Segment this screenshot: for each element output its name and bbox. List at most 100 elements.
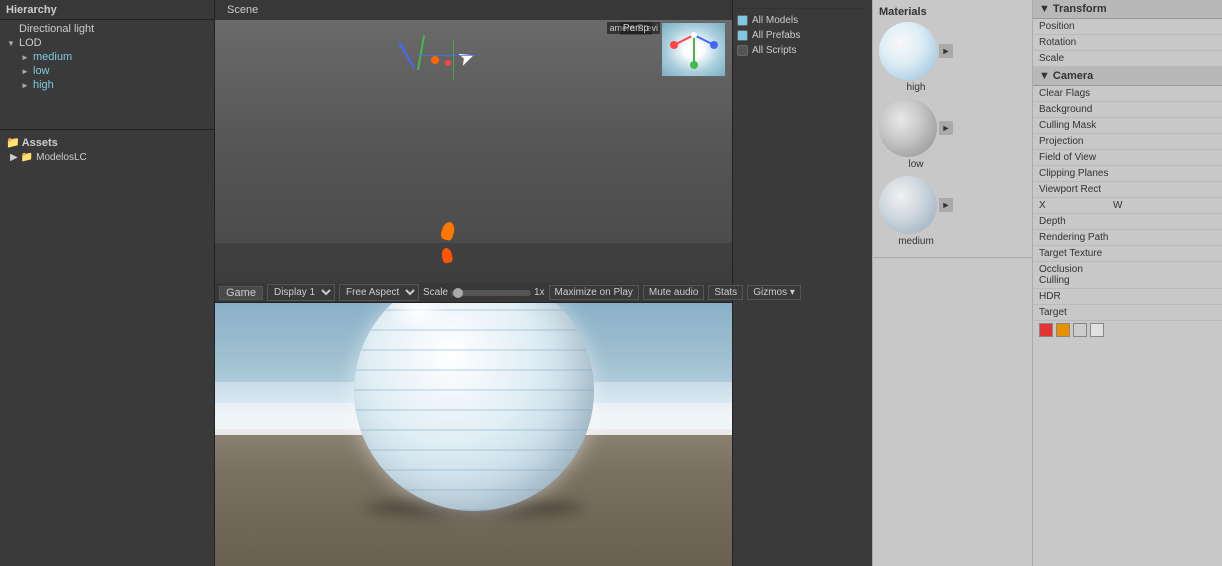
mat-expand-medium[interactable]: ► bbox=[939, 198, 953, 212]
maximize-btn[interactable]: Maximize on Play bbox=[549, 285, 639, 300]
material-thumbnails: ► high ► low bbox=[879, 22, 1026, 253]
background-row: Background bbox=[1033, 102, 1222, 118]
hierarchy-content: Directional light ▼ LOD ► medium ► low ►… bbox=[0, 20, 214, 94]
lod-arrow: ▼ bbox=[6, 38, 16, 48]
transform-title: Transform bbox=[1053, 3, 1107, 15]
hier-item-high[interactable]: ► high bbox=[0, 78, 214, 92]
filter-all-scripts[interactable]: All Scripts bbox=[737, 43, 868, 58]
depth-label: Depth bbox=[1039, 216, 1109, 227]
culling-label: Culling Mask bbox=[1039, 120, 1109, 131]
filter-all-prefabs[interactable]: All Prefabs bbox=[737, 28, 868, 43]
target-tex-row: Target Texture bbox=[1033, 246, 1222, 262]
viewport-label: Viewport Rect bbox=[1039, 184, 1109, 195]
mat-name-low: low bbox=[908, 159, 923, 170]
x-row: X W bbox=[1033, 198, 1222, 214]
filter-cb-scripts[interactable] bbox=[737, 45, 748, 56]
scale-label: Scale bbox=[423, 287, 448, 298]
assets-folder-label: ModelosLC bbox=[36, 152, 87, 163]
material-item-low[interactable]: ► low bbox=[879, 99, 953, 170]
rotation-row: Rotation bbox=[1033, 35, 1222, 51]
filter-label-models: All Models bbox=[752, 15, 798, 26]
hier-item-lod[interactable]: ▼ LOD bbox=[0, 36, 214, 50]
lod-label: LOD bbox=[19, 37, 42, 49]
folder-icon2: 📁 bbox=[21, 152, 33, 163]
high-label: high bbox=[33, 79, 54, 91]
filter-title bbox=[737, 2, 868, 9]
clear-flags-label: Clear Flags bbox=[1039, 88, 1109, 99]
mat-name-high: high bbox=[907, 82, 926, 93]
mat-sphere-low bbox=[879, 99, 937, 157]
game-options: Maximize on Play Mute audio Stats Gizmos… bbox=[549, 285, 801, 300]
filter-section: All Models All Prefabs All Scripts bbox=[732, 0, 872, 566]
swatch-red[interactable] bbox=[1039, 323, 1053, 337]
materials-title: Materials bbox=[879, 4, 1026, 22]
target-section-label: Target bbox=[1039, 307, 1109, 318]
mat-expand-high[interactable]: ► bbox=[939, 44, 953, 58]
rendering-row: Rendering Path bbox=[1033, 230, 1222, 246]
game-tab[interactable]: Game bbox=[219, 286, 263, 300]
gizmos-btn[interactable]: Gizmos ▾ bbox=[747, 285, 801, 300]
culling-row: Culling Mask bbox=[1033, 118, 1222, 134]
scene-tab[interactable]: Scene bbox=[219, 4, 266, 16]
filter-all-models[interactable]: All Models bbox=[737, 13, 868, 28]
low-label: low bbox=[33, 65, 50, 77]
hier-item-low[interactable]: ► low bbox=[0, 64, 214, 78]
scene-gizmo[interactable] bbox=[664, 25, 724, 85]
scale-slider[interactable] bbox=[451, 290, 531, 296]
center-area: Scene bbox=[215, 0, 732, 566]
persp-label: Persp bbox=[620, 22, 652, 35]
high-arrow: ► bbox=[20, 80, 30, 90]
mute-btn[interactable]: Mute audio bbox=[643, 285, 704, 300]
right-side: All Models All Prefabs All Scripts Mater… bbox=[732, 0, 1222, 566]
viewport-row: Viewport Rect bbox=[1033, 182, 1222, 198]
folder-expand-icon: ▶ bbox=[10, 152, 18, 163]
occlusion-label: Occlusion Culling bbox=[1039, 264, 1109, 286]
mat-expand-low[interactable]: ► bbox=[939, 121, 953, 135]
scene-viewport[interactable]: Scene bbox=[215, 0, 732, 283]
display-select[interactable]: Display 1 bbox=[267, 284, 335, 301]
filter-label-scripts: All Scripts bbox=[752, 45, 796, 56]
proj-row: Projection bbox=[1033, 134, 1222, 150]
aspect-select[interactable]: Free Aspect bbox=[339, 284, 419, 301]
scale-area: Scale 1x bbox=[423, 287, 545, 298]
target-swatches bbox=[1033, 321, 1222, 339]
proj-label: Projection bbox=[1039, 136, 1109, 147]
hierarchy-header: Hierarchy bbox=[0, 0, 214, 20]
material-item-high[interactable]: ► high bbox=[879, 22, 953, 93]
low-arrow: ► bbox=[20, 66, 30, 76]
position-label: Position bbox=[1039, 21, 1109, 32]
folder-icon: 📁 bbox=[6, 136, 20, 149]
materials-section: Materials ► high ► bbox=[873, 0, 1032, 258]
material-item-medium[interactable]: ► medium bbox=[879, 176, 953, 247]
directional-light-label: Directional light bbox=[19, 23, 94, 35]
game-toolbar: Game Display 1 Free Aspect Scale 1x bbox=[215, 283, 732, 303]
stats-btn[interactable]: Stats bbox=[708, 285, 743, 300]
app-container: Hierarchy Directional light ▼ LOD ► medi… bbox=[0, 0, 1222, 566]
background-label: Background bbox=[1039, 104, 1109, 115]
rendering-label: Rendering Path bbox=[1039, 232, 1109, 243]
transform-icon: ▼ bbox=[1039, 3, 1050, 15]
scene-cursor: ➤ bbox=[454, 43, 478, 72]
depth-row: Depth bbox=[1033, 214, 1222, 230]
assets-folder-item[interactable]: ▶ 📁 ModelosLC bbox=[6, 151, 208, 164]
swatch-orange[interactable] bbox=[1056, 323, 1070, 337]
mat-sphere-high bbox=[879, 22, 937, 80]
clip-row: Clipping Planes bbox=[1033, 166, 1222, 182]
rotation-label: Rotation bbox=[1039, 37, 1109, 48]
filter-cb-prefabs[interactable] bbox=[737, 30, 748, 41]
swatch-gray[interactable] bbox=[1073, 323, 1087, 337]
filter-cb-models[interactable] bbox=[737, 15, 748, 26]
clip-label: Clipping Planes bbox=[1039, 168, 1109, 179]
scale-label: Scale bbox=[1039, 53, 1109, 64]
game-view: Game Display 1 Free Aspect Scale 1x bbox=[215, 283, 732, 566]
hier-item-medium[interactable]: ► medium bbox=[0, 50, 214, 64]
position-row: Position bbox=[1033, 19, 1222, 35]
game-controls: Display 1 Free Aspect Scale 1x bbox=[267, 284, 545, 301]
scale-value: 1x bbox=[534, 287, 545, 298]
camera-section-icon: ▼ bbox=[1039, 70, 1050, 82]
swatch-light[interactable] bbox=[1090, 323, 1104, 337]
materials-panel: Materials ► high ► bbox=[872, 0, 1032, 566]
w-label: W bbox=[1113, 200, 1183, 211]
hier-item-directional[interactable]: Directional light bbox=[0, 22, 214, 36]
occlusion-row: Occlusion Culling bbox=[1033, 262, 1222, 289]
